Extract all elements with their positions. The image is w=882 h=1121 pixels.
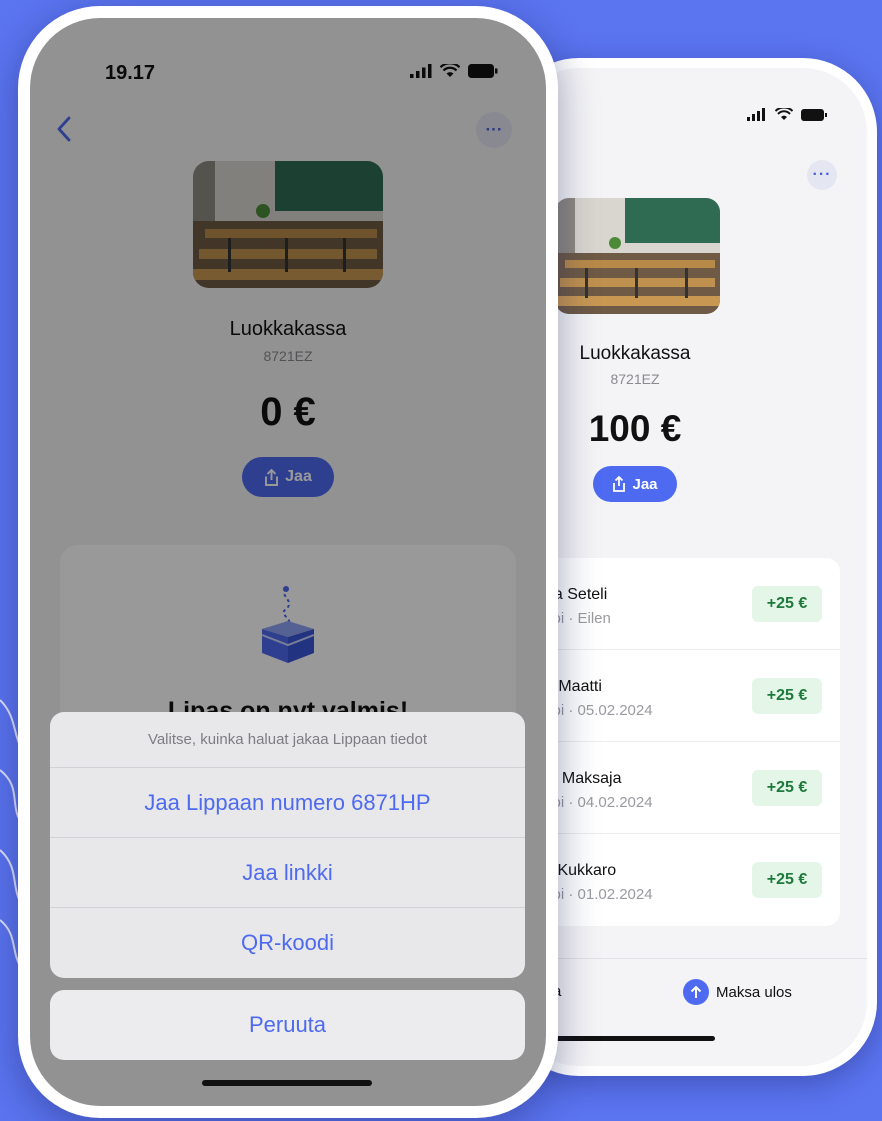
transaction-meta: soi · 05.02.2024 — [545, 702, 653, 719]
pay-out-button[interactable]: Maksa ulos — [683, 979, 792, 1005]
signal-icon — [747, 108, 765, 121]
qr-code-option[interactable]: QR-koodi — [50, 908, 525, 978]
home-indicator — [202, 1080, 372, 1086]
transaction-list: na Seteli soi · Eilen +25 € o Maatti soi… — [515, 558, 840, 926]
share-number-option[interactable]: Jaa Lippaan numero 6871HP — [50, 768, 525, 838]
transaction-row[interactable]: ti Kukkaro soi · 01.02.2024 +25 € — [515, 834, 840, 926]
classroom-photo — [555, 198, 720, 314]
transaction-amount-badge: +25 € — [752, 770, 822, 806]
transaction-amount-badge: +25 € — [752, 862, 822, 898]
back-phone: ··· Luokkakassa 8721EZ 100 € Jaa na Sete… — [505, 58, 877, 1076]
share-action-sheet: Valitse, kuinka haluat jakaa Lippaan tie… — [50, 712, 525, 978]
home-indicator — [555, 1036, 715, 1041]
more-options-button[interactable]: ··· — [807, 160, 837, 190]
transaction-row[interactable]: ja Maksaja soi · 04.02.2024 +25 € — [515, 742, 840, 834]
arrow-up-icon — [683, 979, 709, 1005]
back-phone-screen: ··· Luokkakassa 8721EZ 100 € Jaa na Sete… — [515, 68, 867, 1066]
transaction-meta: soi · 01.02.2024 — [545, 886, 653, 903]
status-bar-icons — [747, 108, 827, 121]
share-icon — [613, 476, 626, 492]
transaction-row[interactable]: na Seteli soi · Eilen +25 € — [515, 558, 840, 650]
share-button[interactable]: Jaa — [593, 466, 677, 502]
transaction-amount-badge: +25 € — [752, 678, 822, 714]
share-label: Jaa — [632, 475, 658, 493]
front-phone-screen: 19.17 ··· Luokkakassa 8721EZ 0 € Jaa Lip… — [30, 18, 546, 1106]
transaction-row[interactable]: o Maatti soi · 05.02.2024 +25 € — [515, 650, 840, 742]
share-link-option[interactable]: Jaa linkki — [50, 838, 525, 908]
transaction-amount-badge: +25 € — [752, 586, 822, 622]
wifi-icon — [775, 108, 793, 120]
bottom-tab-bar: a Maksa ulos — [515, 958, 867, 1028]
ellipsis-icon: ··· — [812, 166, 832, 183]
action-sheet-header: Valitse, kuinka haluat jakaa Lippaan tie… — [50, 712, 525, 768]
battery-icon — [801, 108, 827, 121]
cancel-button[interactable]: Peruuta — [50, 990, 525, 1060]
front-phone: 19.17 ··· Luokkakassa 8721EZ 0 € Jaa Lip… — [18, 6, 558, 1118]
pay-out-label: Maksa ulos — [716, 983, 792, 1001]
transaction-meta: soi · 04.02.2024 — [545, 794, 653, 811]
